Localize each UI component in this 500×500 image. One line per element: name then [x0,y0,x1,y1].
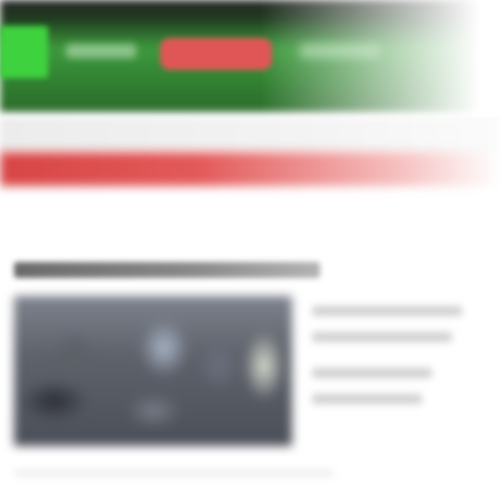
article-excerpt-line [312,368,432,378]
article-excerpt-line [312,394,422,404]
article-excerpt-line [312,306,462,316]
header-cta-button[interactable] [160,38,272,70]
article-excerpt-line [312,332,452,342]
article-headline[interactable] [14,262,320,278]
alert-banner[interactable] [0,152,500,186]
article-divider [14,470,334,476]
article-thumbnail[interactable] [14,296,292,446]
nav-link-secondary[interactable] [300,44,380,58]
nav-link[interactable] [66,44,136,58]
sub-navigation-bar[interactable] [0,118,500,152]
site-logo-icon[interactable] [0,26,48,78]
